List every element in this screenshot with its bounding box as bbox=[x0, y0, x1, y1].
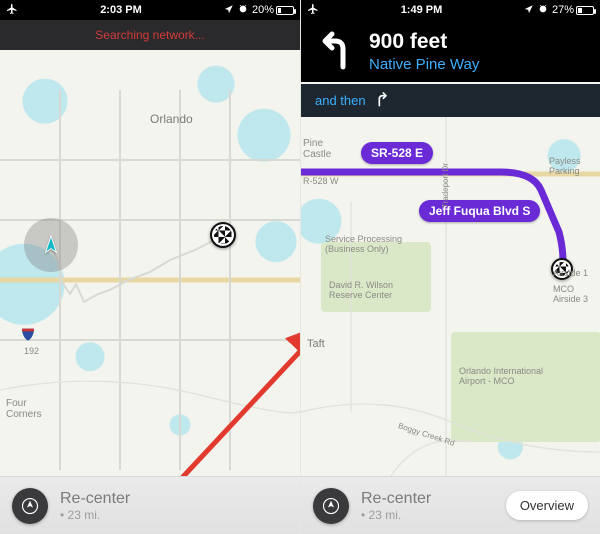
left-screenshot: 2:03 PM 20% Searching network... bbox=[0, 0, 300, 534]
direction-street: Native Pine Way bbox=[369, 56, 479, 73]
recenter-label-group: Re-center • 23 mi. bbox=[60, 490, 130, 522]
direction-distance: 900 feet bbox=[369, 30, 479, 54]
alarm-icon bbox=[238, 4, 248, 17]
compass-icon bbox=[322, 497, 340, 515]
recenter-title: Re-center bbox=[361, 490, 431, 508]
right-screenshot: 1:49 PM 27% 900 feet Native Pine Way and… bbox=[300, 0, 600, 534]
road-network bbox=[301, 112, 600, 476]
and-then-label: and then bbox=[315, 93, 366, 108]
recenter-distance: • 23 mi. bbox=[60, 508, 130, 522]
compass-icon bbox=[21, 497, 39, 515]
battery-pct-label: 20% bbox=[252, 4, 274, 16]
map-view[interactable]: Orlando Four Corners 192 bbox=[0, 50, 300, 476]
recenter-title: Re-center bbox=[60, 490, 130, 508]
battery-indicator: 27% bbox=[552, 4, 594, 16]
status-bar: 2:03 PM 20% bbox=[0, 0, 300, 20]
bottom-bar: Re-center • 23 mi. bbox=[0, 476, 300, 534]
interstate-shield-icon bbox=[20, 326, 36, 347]
turn-left-icon bbox=[313, 29, 357, 73]
alarm-icon bbox=[538, 4, 548, 17]
battery-pct-label: 27% bbox=[552, 4, 574, 16]
direction-header[interactable]: 900 feet Native Pine Way bbox=[301, 20, 600, 82]
road-sign-jeff-fuqua: Jeff Fuqua Blvd S bbox=[419, 200, 540, 222]
status-time: 2:03 PM bbox=[18, 4, 224, 16]
recenter-button[interactable] bbox=[313, 488, 349, 524]
bottom-bar: Re-center • 23 mi. Overview bbox=[301, 476, 600, 534]
destination-marker bbox=[210, 222, 236, 248]
location-icon bbox=[224, 4, 234, 17]
and-then-bar[interactable]: and then bbox=[301, 84, 600, 117]
recenter-button[interactable] bbox=[12, 488, 48, 524]
turn-right-icon bbox=[374, 91, 390, 110]
searching-text: Searching network... bbox=[95, 28, 204, 42]
recenter-distance: • 23 mi. bbox=[361, 508, 431, 522]
network-searching-banner: Searching network... bbox=[0, 20, 300, 50]
location-icon bbox=[524, 4, 534, 17]
airplane-mode-icon bbox=[6, 3, 18, 18]
destination-marker bbox=[551, 258, 573, 280]
status-bar: 1:49 PM 27% bbox=[301, 0, 600, 20]
status-time: 1:49 PM bbox=[319, 4, 524, 16]
recenter-label-group: Re-center • 23 mi. bbox=[361, 490, 431, 522]
battery-indicator: 20% bbox=[252, 4, 294, 16]
map-view[interactable]: SR-528 E Jeff Fuqua Blvd S Pine Castle R… bbox=[301, 112, 600, 476]
road-sign-sr528e: SR-528 E bbox=[361, 142, 433, 164]
airplane-mode-icon bbox=[307, 3, 319, 18]
overview-button[interactable]: Overview bbox=[506, 491, 588, 520]
user-location-marker bbox=[24, 218, 78, 272]
